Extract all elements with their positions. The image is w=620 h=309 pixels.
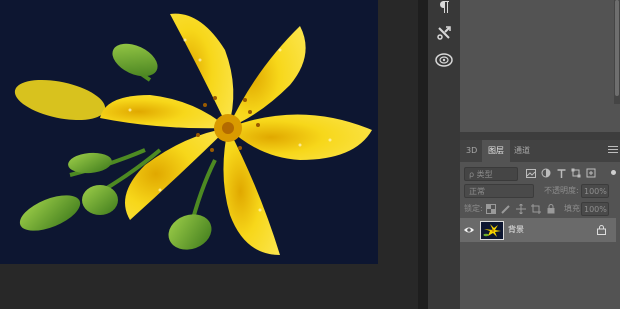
lily-photo xyxy=(0,0,378,264)
tab-channels[interactable]: 通道 xyxy=(508,140,536,162)
shape-layer-filter-icon[interactable] xyxy=(571,167,581,179)
filter-toggle-icon[interactable] xyxy=(611,170,616,175)
lock-fill-row: 锁定: 填充: 100% xyxy=(460,198,620,220)
paragraph-icon[interactable] xyxy=(432,0,456,18)
scrollbar-thumb[interactable] xyxy=(615,0,619,96)
blend-mode-select[interactable]: 正常 xyxy=(464,184,534,198)
upper-panel-empty xyxy=(460,0,620,132)
tools-icon[interactable] xyxy=(432,22,456,44)
panel-menu-icon[interactable] xyxy=(608,144,618,154)
adjustment-layer-filter-icon[interactable] xyxy=(541,167,551,179)
filter-icon-group xyxy=(526,167,596,179)
fill-input[interactable]: 100% xyxy=(581,202,609,216)
tab-3d[interactable]: 3D xyxy=(460,140,483,162)
layer-thumbnail[interactable] xyxy=(480,221,504,240)
panel-divider[interactable] xyxy=(418,0,428,309)
panel-icon-strip xyxy=(428,0,461,309)
lock-artboard-icon[interactable] xyxy=(531,203,541,214)
lock-all-icon[interactable] xyxy=(546,203,556,214)
layer-lock-icon xyxy=(597,225,606,235)
3d-material-icon[interactable] xyxy=(432,49,456,71)
upper-panel-scrollbar[interactable] xyxy=(614,0,620,104)
document-canvas-area[interactable] xyxy=(0,0,418,309)
smart-object-filter-icon[interactable] xyxy=(586,167,596,179)
layer-row-background[interactable]: 背景 xyxy=(460,218,616,242)
layer-name[interactable]: 背景 xyxy=(508,218,524,242)
type-layer-filter-icon[interactable] xyxy=(556,167,566,179)
opacity-label: 不透明度: xyxy=(544,186,579,195)
right-panel-dock: 3D 图层 通道 ρ 类型 正常 不透明度: 100% 锁定: 填充: 100%… xyxy=(460,0,620,309)
layer-kind-filter[interactable]: ρ 类型 xyxy=(464,167,518,181)
tab-layers[interactable]: 图层 xyxy=(482,140,510,162)
lock-label: 锁定: xyxy=(464,204,483,213)
fill-label: 填充: xyxy=(564,204,583,213)
layers-panel-tabs: 3D 图层 通道 xyxy=(460,140,620,162)
panel-separator[interactable] xyxy=(460,132,620,140)
canvas-image-lily[interactable] xyxy=(0,0,378,264)
pixel-layer-filter-icon[interactable] xyxy=(526,167,536,179)
lock-transparent-pixels-icon[interactable] xyxy=(486,203,496,214)
opacity-input[interactable]: 100% xyxy=(581,184,609,198)
lock-icon-group xyxy=(486,203,556,214)
lock-position-icon[interactable] xyxy=(516,203,526,214)
lock-image-pixels-icon[interactable] xyxy=(501,203,511,214)
eye-icon[interactable] xyxy=(463,224,475,236)
